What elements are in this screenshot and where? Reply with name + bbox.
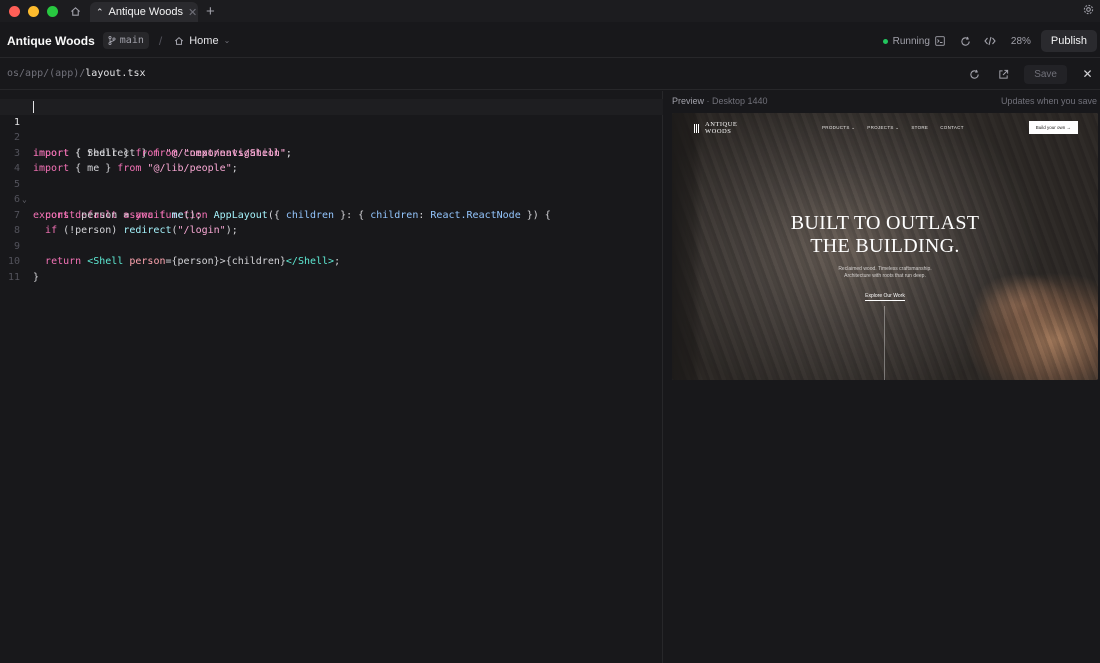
- file-path-prefix: os/app/(app)/: [7, 68, 86, 79]
- zoom-level[interactable]: 28%: [1011, 36, 1031, 47]
- tab-antique-woods[interactable]: ⌃ Antique Woods ✕: [90, 2, 198, 22]
- preview-label: Preview: [672, 96, 705, 106]
- line-number: 11: [7, 271, 20, 283]
- text-cursor: [33, 101, 34, 113]
- preview-note: Updates when you save: [1000, 96, 1097, 106]
- hero-subtitle-line1: Reclaimed wood. Timeless craftsmanship.: [838, 266, 932, 272]
- page-name: Home: [189, 34, 219, 47]
- explore-link[interactable]: Explore Our Work: [672, 293, 1098, 301]
- code-line[interactable]: 3 import { me } from "@/lib/people";: [0, 130, 663, 175]
- close-tab-icon[interactable]: ✕: [188, 6, 197, 19]
- publish-button[interactable]: Publish: [1040, 30, 1097, 52]
- code-line[interactable]: 10 }: [0, 239, 663, 283]
- code-line[interactable]: 7 if (!person) redirect("/login");: [0, 192, 663, 237]
- nav-item-projects[interactable]: PROJECTS ⌄: [867, 125, 899, 131]
- home-icon: [175, 36, 184, 45]
- code-token: }: [33, 271, 40, 283]
- git-branch-icon: [108, 36, 116, 45]
- breadcrumb-separator: /: [158, 33, 163, 48]
- code-line[interactable]: 5 ⌄ export default async function AppLay…: [0, 161, 663, 221]
- page-selector[interactable]: Home ⌄: [174, 35, 230, 47]
- refresh-icon[interactable]: [953, 30, 978, 52]
- preview-frame[interactable]: ANTIQUE WOODS PRODUCTS ⌄ PROJECTS ⌄ STOR…: [672, 113, 1098, 380]
- hero-subtitle: Reclaimed wood. Timeless craftsmanship. …: [672, 266, 1098, 280]
- reload-icon[interactable]: [962, 63, 987, 85]
- window-titlebar: ⌃ Antique Woods ✕ +: [0, 0, 1100, 22]
- hero-title: BUILT TO OUTLAST THE BUILDING.: [672, 212, 1098, 258]
- preview-header: Preview · Desktop 1440 Updates when you …: [672, 96, 1097, 108]
- project-toolbar: Antique Woods main / Home ⌄ Running 28% …: [0, 24, 1100, 58]
- code-icon[interactable]: [978, 30, 1003, 52]
- code-line[interactable]: 4: [0, 146, 663, 174]
- caret-up-icon: ⌃: [96, 6, 104, 17]
- nav-item-products[interactable]: PRODUCTS ⌄: [822, 125, 855, 131]
- logo-mark-icon: [694, 124, 701, 133]
- build-your-own-button[interactable]: Build your own →: [1028, 121, 1078, 134]
- logo-line2: WOODS: [705, 127, 732, 135]
- code-line[interactable]: 9 return <Shell person={person}>{childre…: [0, 223, 663, 268]
- branch-name: main: [119, 35, 144, 46]
- hero-subtitle-line2: Architecture with roots that run deep.: [844, 273, 926, 279]
- code-editor[interactable]: 1 import { redirect } from "next/navigat…: [0, 91, 663, 663]
- code-line[interactable]: 6 const person = await me();: [0, 177, 663, 221]
- site-logo[interactable]: ANTIQUE WOODS: [694, 121, 737, 135]
- project-name[interactable]: Antique Woods: [7, 34, 95, 48]
- file-path: os/app/(app)/layout.tsx: [7, 68, 146, 79]
- code-line[interactable]: 2 import { Shell } from "@/components/Sh…: [0, 115, 663, 159]
- nav-item-contact[interactable]: CONTACT: [940, 125, 964, 131]
- code-line[interactable]: 11: [0, 254, 663, 283]
- tab-label: Antique Woods: [108, 6, 183, 18]
- hero-title-line2: THE BUILDING.: [810, 235, 960, 257]
- run-status: Running: [882, 35, 945, 47]
- minimize-window-button[interactable]: [28, 5, 39, 17]
- branch-badge[interactable]: main: [102, 32, 149, 49]
- file-path-bar: os/app/(app)/layout.tsx Save ✕: [0, 58, 1100, 90]
- scroll-indicator-line: [884, 306, 885, 380]
- explore-link-label: Explore Our Work: [865, 293, 905, 301]
- maximize-window-button[interactable]: [47, 5, 58, 17]
- new-tab-icon[interactable]: +: [206, 3, 215, 20]
- chevron-down-icon: ⌄: [223, 36, 231, 45]
- home-icon[interactable]: [68, 4, 82, 18]
- code-line[interactable]: 1 import { redirect } from "next/navigat…: [0, 99, 663, 159]
- close-icon[interactable]: ✕: [1075, 63, 1100, 85]
- code-line[interactable]: 8: [0, 208, 663, 236]
- hero-title-line1: BUILT TO OUTLAST: [790, 212, 980, 234]
- gear-icon[interactable]: [1083, 4, 1094, 18]
- save-button[interactable]: Save: [1024, 64, 1067, 84]
- nav-item-store[interactable]: STORE: [911, 125, 928, 131]
- external-link-icon[interactable]: [991, 63, 1016, 85]
- status-dot: [882, 38, 888, 44]
- terminal-icon[interactable]: [935, 36, 945, 46]
- status-text: Running: [892, 35, 930, 47]
- site-nav: PRODUCTS ⌄ PROJECTS ⌄ STORE CONTACT: [822, 125, 964, 131]
- close-window-button[interactable]: [9, 5, 20, 17]
- preview-device[interactable]: · Desktop 1440: [704, 96, 768, 106]
- file-name: layout.tsx: [85, 68, 146, 79]
- window-controls: [9, 5, 58, 17]
